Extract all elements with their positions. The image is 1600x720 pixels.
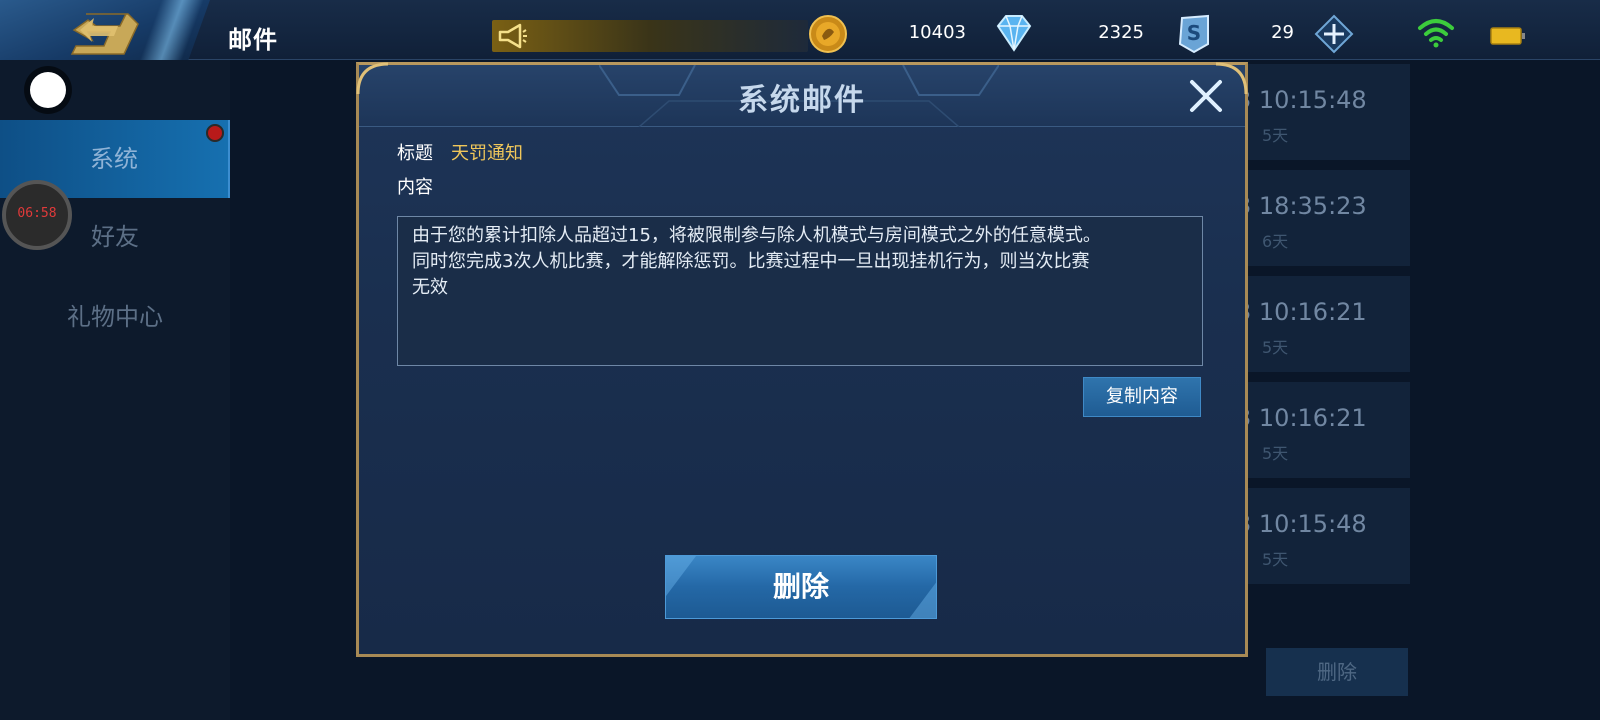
megaphone-icon (498, 23, 527, 49)
dialog-header: 系统邮件 (359, 65, 1245, 127)
system-mail-dialog: 系统邮件 标题 天罚通知 内容 由于您的累计扣除人品超过15，将被限制参与除人机… (356, 62, 1248, 657)
screen-record-timer[interactable]: 06:58 (2, 180, 72, 250)
back-arrow-icon[interactable] (66, 10, 142, 58)
sidebar-item-gift-center[interactable]: 礼物中心 (0, 278, 230, 356)
subject-label: 标题 (397, 143, 433, 164)
battery-icon (1490, 27, 1525, 45)
diamond-icon (996, 15, 1032, 52)
mail-expiry: 5天 (1262, 338, 1289, 357)
mail-expiry: 6天 (1262, 232, 1289, 251)
mail-expiry: 5天 (1262, 550, 1289, 569)
voucher-value: 29 (1271, 22, 1294, 43)
content-line: 同时您完成3次人机比赛，才能解除惩罚。比赛过程中一旦出现挂机行为，则当次比赛 (412, 251, 1090, 272)
content-line: 无效 (412, 277, 448, 298)
mail-time: 3 18:35:23 (1236, 192, 1367, 220)
mail-time: 3 10:16:21 (1236, 298, 1367, 326)
announcement-bar[interactable] (492, 20, 808, 52)
copy-content-button[interactable]: 复制内容 (1083, 377, 1201, 417)
mail-expiry: 5天 (1262, 126, 1289, 145)
dialog-title: 系统邮件 (738, 83, 866, 118)
content-label: 内容 (397, 177, 433, 198)
mail-time: 3 10:15:48 (1236, 510, 1367, 538)
timer-text: 06:58 (17, 206, 57, 221)
mail-time: 3 10:16:21 (1236, 404, 1367, 432)
content-line: 由于您的累计扣除人品超过15，将被限制参与除人机模式与房间模式之外的任意模式。 (412, 225, 1101, 246)
frame-corner-ornament (356, 62, 389, 95)
top-bar: 邮件 10403 2325 S 29 (0, 0, 1600, 70)
delete-all-button[interactable]: 删除 (1266, 648, 1408, 696)
mail-time: 3 10:15:48 (1236, 86, 1367, 114)
voucher-icon: S (1178, 14, 1209, 54)
gold-value: 10403 (908, 22, 966, 43)
delete-button[interactable]: 删除 (665, 555, 937, 619)
floating-assist-button[interactable] (30, 72, 66, 108)
diamond-value: 2325 (1098, 22, 1144, 43)
mail-expiry: 5天 (1262, 444, 1289, 463)
svg-text:S: S (1187, 21, 1201, 45)
subject-value: 天罚通知 (451, 143, 523, 164)
gold-coin-icon (809, 15, 847, 53)
plus-icon[interactable] (1314, 14, 1354, 54)
wifi-icon (1418, 19, 1454, 48)
delete-button-label: 删除 (772, 570, 829, 603)
notification-dot (206, 124, 224, 142)
mail-content-box[interactable]: 由于您的累计扣除人品超过15，将被限制参与除人机模式与房间模式之外的任意模式。 … (397, 216, 1203, 366)
frame-corner-ornament (1215, 62, 1248, 95)
page-title: 邮件 (228, 26, 278, 54)
